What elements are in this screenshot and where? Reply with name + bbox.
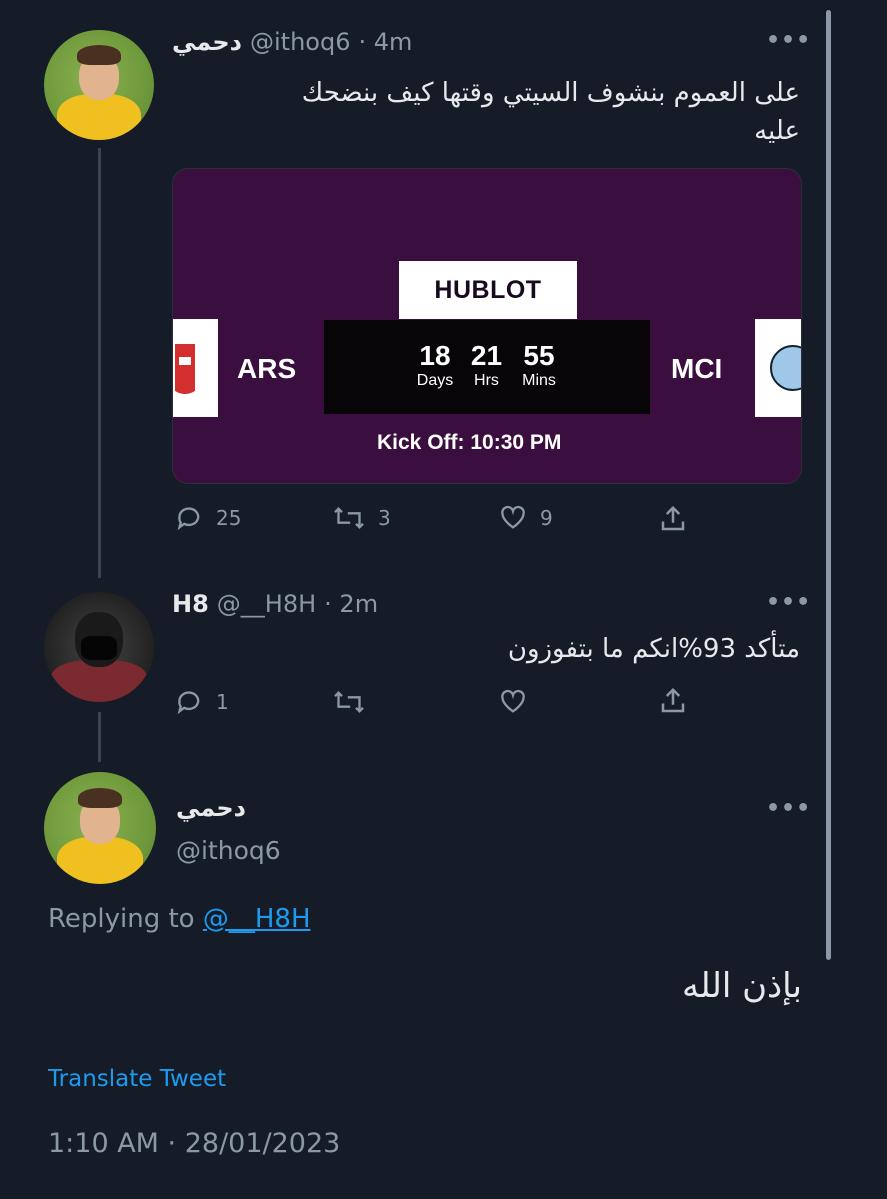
like-button[interactable] [498, 688, 528, 716]
tweet1-header: دحمي @ithoq6 · 4m [172, 28, 412, 56]
retweet-button[interactable]: 3 [332, 504, 391, 532]
display-name[interactable]: دحمي [176, 794, 246, 822]
reply-icon [177, 507, 200, 531]
home-team: ARS [237, 353, 297, 384]
scrollbar[interactable] [826, 10, 831, 960]
reply-count: 1 [216, 690, 229, 714]
away-team: MCI [671, 353, 723, 384]
sponsor-logo: HUBLOT [399, 261, 577, 319]
reply-button[interactable]: 25 [176, 504, 241, 532]
retweet-icon [334, 691, 364, 713]
tweet2-header: H8 @__H8H · 2m [172, 590, 378, 618]
countdown-hours: 21 [470, 340, 503, 371]
kickoff-time: Kick Off: 10:30 PM [377, 431, 562, 454]
mins-label: Mins [522, 372, 556, 389]
share-icon [661, 505, 685, 531]
handle[interactable]: @__H8H [217, 590, 316, 618]
share-icon [661, 687, 685, 713]
mancity-badge [755, 319, 801, 417]
like-count: 9 [540, 506, 553, 530]
heart-icon [501, 505, 525, 529]
handle[interactable]: @ithoq6 [250, 28, 350, 56]
tweet2-text: متأكد 93%انكم ما بتفوزون [507, 634, 800, 664]
reply-icon [177, 691, 200, 715]
arsenal-badge [173, 319, 218, 417]
retweet-button[interactable] [332, 688, 366, 716]
display-name[interactable]: دحمي [172, 28, 242, 56]
replying-to-label: Replying to [48, 904, 195, 934]
hours-label: Hrs [474, 372, 499, 389]
reply-count: 25 [216, 506, 242, 530]
tweet3-text: بإذن الله [681, 966, 802, 1006]
days-label: Days [416, 372, 454, 389]
reply-button[interactable]: 1 [176, 688, 229, 716]
like-button[interactable]: 9 [498, 504, 553, 532]
translate-tweet-link[interactable]: Translate Tweet [48, 1066, 226, 1092]
thread-line [98, 148, 101, 578]
match-card[interactable]: HUBLOT ARS 18 Days 21 Hrs 55 Mins MCI Ki… [172, 168, 802, 484]
avatar[interactable] [44, 772, 156, 884]
more-icon[interactable]: ••• [766, 28, 811, 53]
countdown-days: 18 [419, 340, 451, 371]
countdown-timer: 18 Days 21 Hrs 55 Mins [324, 320, 650, 414]
more-icon[interactable]: ••• [766, 590, 811, 615]
display-name[interactable]: H8 [172, 590, 209, 618]
avatar[interactable] [44, 30, 154, 140]
more-icon[interactable]: ••• [766, 796, 811, 821]
replying-to-link[interactable]: @__H8H [203, 904, 311, 934]
handle[interactable]: @ithoq6 [176, 836, 281, 865]
tweet1-text: على العموم بنشوف السيتي وقتها كيف بنضحك … [301, 78, 800, 146]
share-button[interactable] [658, 686, 688, 716]
avatar[interactable] [44, 592, 154, 702]
timestamp[interactable]: · 4m [358, 28, 412, 56]
retweet-count: 3 [378, 506, 391, 530]
replying-to: Replying to @__H8H [48, 904, 311, 934]
thread-line [98, 712, 101, 762]
heart-icon [501, 689, 525, 713]
timestamp[interactable]: · 2m [324, 590, 378, 618]
tweet-timestamp[interactable]: 1:10 AM · 28/01/2023 [48, 1128, 340, 1159]
retweet-icon [334, 507, 364, 529]
share-button[interactable] [658, 504, 688, 534]
countdown-mins: 55 [523, 340, 555, 371]
